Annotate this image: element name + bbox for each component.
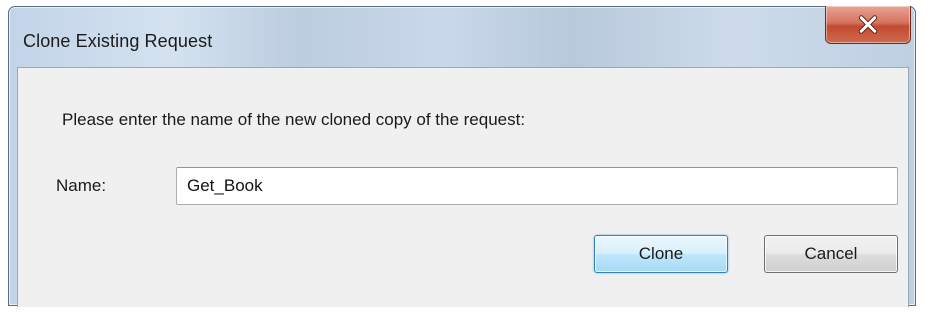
close-icon: [858, 15, 878, 34]
name-input[interactable]: [176, 167, 898, 205]
instruction-text: Please enter the name of the new cloned …: [62, 110, 526, 129]
close-button[interactable]: [825, 6, 911, 44]
cancel-button[interactable]: Cancel: [764, 235, 898, 273]
name-label: Name:: [56, 176, 107, 195]
window-title: Clone Existing Request: [23, 31, 213, 51]
dialog-body: Please enter the name of the new cloned …: [17, 67, 909, 307]
title-bar[interactable]: Clone Existing Request: [9, 6, 915, 67]
clone-button[interactable]: Clone: [594, 235, 728, 273]
dialog-window: Clone Existing Request Please enter the …: [8, 6, 916, 307]
